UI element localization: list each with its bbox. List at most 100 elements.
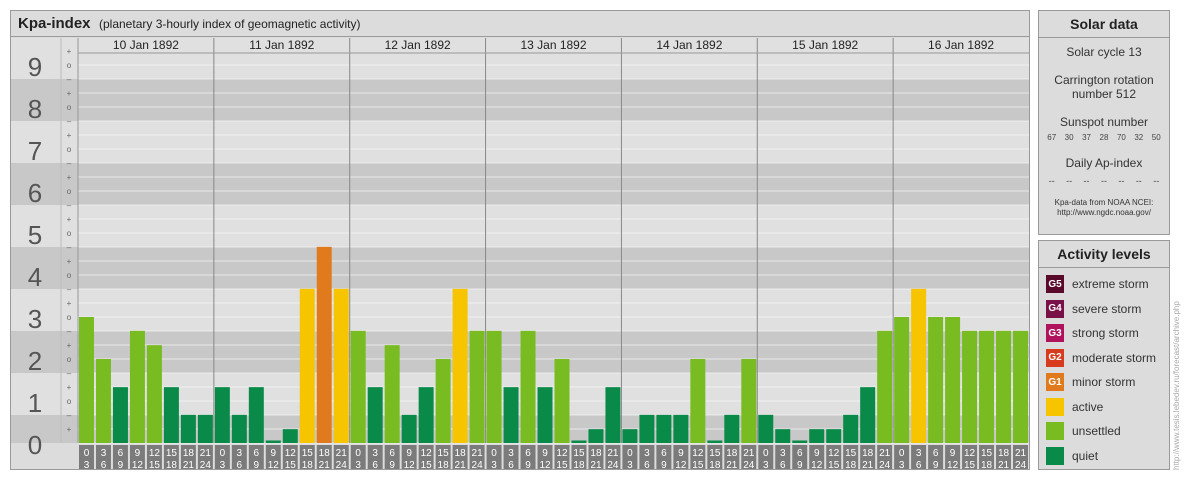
- interval-start: 6: [389, 448, 395, 459]
- y-tick-label: 1: [28, 388, 42, 418]
- interval-end: 21: [183, 460, 195, 469]
- minor-tick-label: –: [67, 75, 72, 84]
- kp-bar: [911, 288, 927, 443]
- ap-title: Daily Ap-index: [1065, 156, 1143, 170]
- legend-label: strong storm: [1072, 326, 1139, 340]
- sunspot-value: 37: [1082, 133, 1091, 142]
- interval-start: 21: [879, 448, 891, 459]
- legend-label: minor storm: [1072, 375, 1136, 389]
- interval-start: 0: [899, 448, 905, 459]
- legend-label: unsettled: [1072, 424, 1121, 438]
- interval-end: 6: [644, 460, 650, 469]
- kp-bar: [146, 345, 162, 443]
- data-credit-line2: http://www.ngdc.noaa.gov/: [1057, 208, 1151, 217]
- minor-tick-label: –: [67, 369, 72, 378]
- interval-end: 12: [268, 460, 280, 469]
- interval-end: 12: [675, 460, 687, 469]
- legend-swatch: [1046, 446, 1064, 465]
- interval-end: 24: [1015, 460, 1027, 469]
- legend-item: G4 severe storm: [1046, 299, 1141, 319]
- interval-end: 3: [84, 460, 90, 469]
- interval-end: 3: [899, 460, 905, 469]
- sunspot-value: 28: [1099, 133, 1109, 142]
- interval-start: 15: [709, 448, 721, 459]
- interval-end: 6: [372, 460, 378, 469]
- legend-item: unsettled: [1046, 421, 1121, 441]
- kp-bar: [180, 414, 196, 443]
- minor-tick-label: +: [67, 383, 72, 392]
- minor-tick-label: –: [67, 285, 72, 294]
- interval-end: 15: [149, 460, 161, 469]
- kp-bar: [809, 429, 825, 443]
- interval-end: 21: [726, 460, 738, 469]
- minor-tick-label: –: [67, 159, 72, 168]
- interval-start: 6: [933, 448, 939, 459]
- ap-value: --: [1066, 176, 1073, 186]
- interval-start: 15: [573, 448, 585, 459]
- interval-end: 18: [438, 460, 450, 469]
- interval-start: 3: [508, 448, 514, 459]
- sunspot-title: Sunspot number: [1059, 115, 1149, 129]
- minor-tick-label: +: [67, 215, 72, 224]
- interval-end: 15: [421, 460, 433, 469]
- interval-start: 12: [556, 448, 568, 459]
- interval-start: 0: [84, 448, 90, 459]
- interval-start: 9: [135, 448, 141, 459]
- kp-bar: [792, 440, 808, 443]
- interval-end: 21: [998, 460, 1010, 469]
- interval-end: 24: [472, 460, 484, 469]
- kp-bar: [248, 387, 264, 443]
- kp-bar: [401, 414, 417, 443]
- chart-subtitle: (planetary 3-hourly index of geomagnetic…: [99, 17, 361, 31]
- level-band: [11, 373, 1029, 415]
- interval-end: 21: [319, 460, 331, 469]
- interval-start: 21: [607, 448, 619, 459]
- legend-label: extreme storm: [1072, 277, 1149, 291]
- interval-end: 18: [709, 460, 721, 469]
- minor-tick-label: +: [67, 299, 72, 308]
- interval-start: 0: [763, 448, 769, 459]
- level-band: [11, 331, 1029, 373]
- kp-bar: [95, 359, 111, 443]
- interval-start: 9: [678, 448, 684, 459]
- interval-start: 9: [814, 448, 820, 459]
- ap-value: --: [1083, 176, 1090, 186]
- legend-item: G5 extreme storm: [1046, 274, 1149, 294]
- minor-tick-label: o: [67, 313, 72, 322]
- minor-tick-label: –: [67, 411, 72, 420]
- solar-data-title: Solar data: [1039, 11, 1169, 38]
- kp-bar: [452, 288, 468, 443]
- kpa-bar-chart: 0123456789++o–+o–+o–+o–+o–+o–+o–+o–+o–10…: [11, 38, 1029, 469]
- y-tick-label: 6: [28, 178, 42, 208]
- interval-end: 9: [118, 460, 124, 469]
- kp-bar: [656, 414, 672, 443]
- interval-start: 18: [998, 448, 1010, 459]
- legend-label: severe storm: [1072, 301, 1142, 316]
- interval-end: 3: [220, 460, 226, 469]
- interval-end: 15: [285, 460, 297, 469]
- y-tick-label: 4: [28, 262, 42, 292]
- minor-tick-label: +: [67, 341, 72, 350]
- interval-start: 15: [166, 448, 178, 459]
- interval-end: 15: [556, 460, 568, 469]
- legend-item: G1 minor storm: [1046, 372, 1135, 392]
- interval-end: 6: [237, 460, 243, 469]
- interval-end: 12: [539, 460, 551, 469]
- legend-item: quiet: [1046, 446, 1098, 466]
- interval-end: 24: [200, 460, 212, 469]
- legend-swatch: G1: [1046, 373, 1064, 391]
- interval-start: 15: [302, 448, 314, 459]
- interval-start: 6: [118, 448, 124, 459]
- kp-bar: [163, 387, 179, 443]
- minor-tick-label: –: [67, 201, 72, 210]
- kp-bar: [588, 429, 604, 443]
- interval-start: 21: [1015, 448, 1027, 459]
- kp-bar: [571, 440, 587, 443]
- interval-end: 6: [780, 460, 786, 469]
- level-band: [11, 121, 1029, 163]
- interval-end: 12: [947, 460, 959, 469]
- kp-bar: [129, 330, 145, 443]
- interval-start: 15: [981, 448, 993, 459]
- ap-values: -- -- -- -- -- -- --: [1039, 176, 1169, 186]
- interval-end: 6: [916, 460, 922, 469]
